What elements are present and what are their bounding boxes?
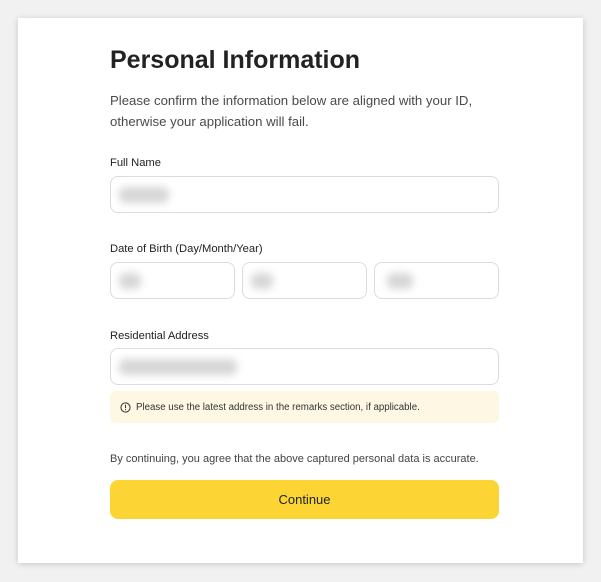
page-subtitle: Please confirm the information below are… — [110, 93, 473, 129]
dob-day-field[interactable] — [110, 262, 235, 299]
dob-month-redacted-value — [251, 273, 273, 289]
page-title: Personal Information — [110, 46, 361, 74]
full-name-field[interactable] — [110, 176, 499, 213]
full-name-redacted-value — [119, 187, 169, 203]
info-circle-icon — [120, 401, 131, 413]
address-notice-text: Please use the latest address in the rem… — [136, 401, 420, 413]
dob-day-redacted-value — [119, 273, 141, 289]
address-notice: Please use the latest address in the rem… — [110, 391, 499, 423]
dob-month-field[interactable] — [242, 262, 367, 299]
address-redacted-value — [119, 359, 237, 375]
consent-text: By continuing, you agree that the above … — [110, 453, 479, 465]
date-of-birth-label: Date of Birth (Day/Month/Year) — [110, 243, 263, 255]
residential-address-field[interactable] — [110, 348, 499, 385]
personal-info-card: Personal Information Please confirm the … — [18, 18, 583, 563]
dob-year-redacted-value — [387, 273, 413, 289]
residential-address-label: Residential Address — [110, 330, 209, 342]
dob-year-field[interactable] — [374, 262, 499, 299]
continue-button[interactable]: Continue — [110, 480, 499, 519]
full-name-label: Full Name — [110, 157, 161, 169]
